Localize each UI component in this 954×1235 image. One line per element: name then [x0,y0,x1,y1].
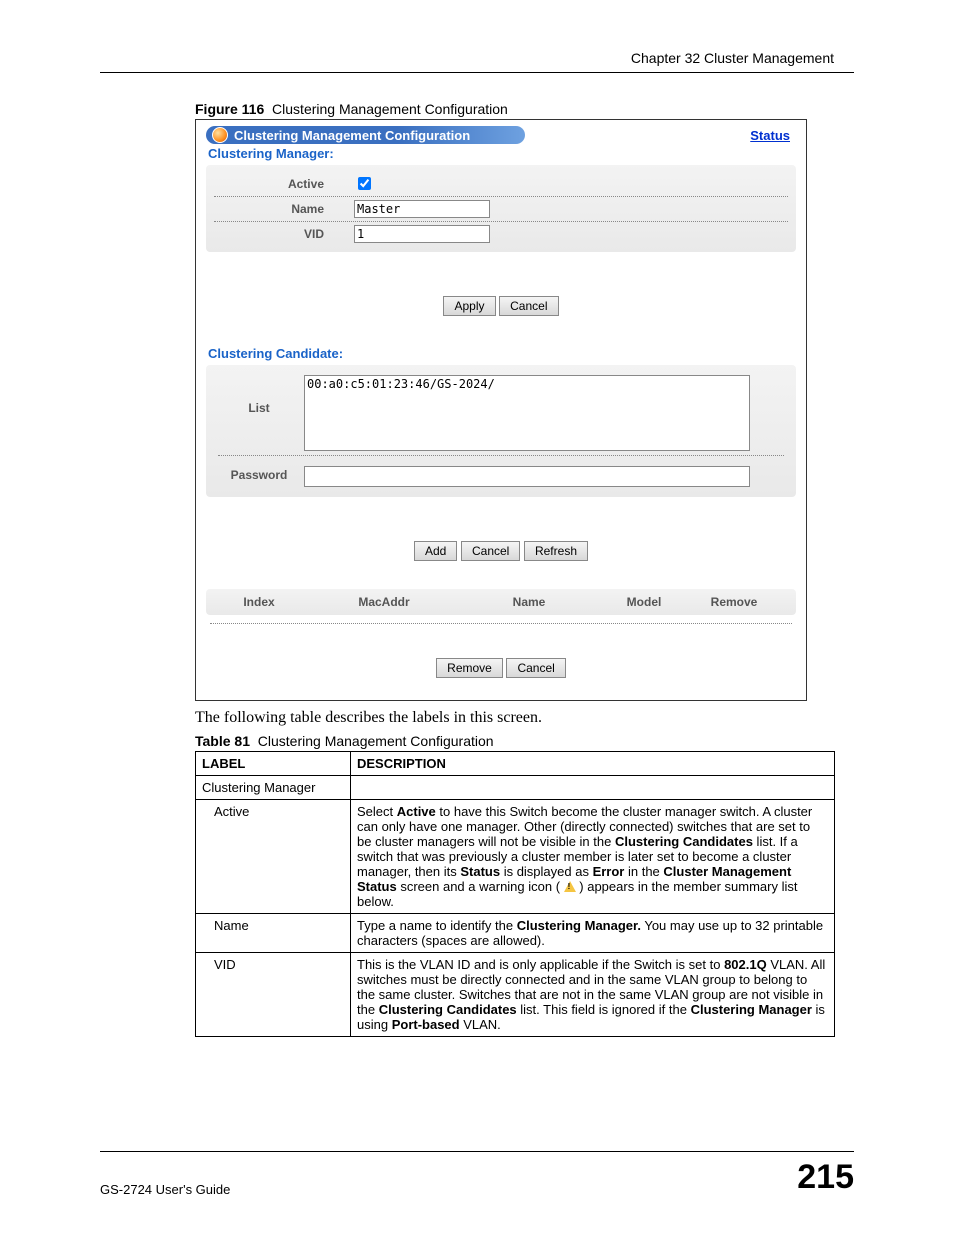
remove-button[interactable]: Remove [436,658,503,678]
active-label: Active [214,177,354,191]
row-active-desc: Select Active to have this Switch become… [351,800,835,914]
body-text: The following table describes the labels… [195,709,835,727]
name-label: Name [214,202,354,216]
vid-input[interactable] [354,225,490,243]
row-name-desc: Type a name to identify the Clustering M… [351,914,835,953]
col-macaddr: MacAddr [304,595,464,609]
candidate-heading: Clustering Candidate: [208,346,796,361]
col-remove: Remove [694,595,774,609]
cancel-button[interactable]: Cancel [499,296,558,316]
warning-icon [564,881,576,892]
page-number: 215 [797,1158,854,1197]
footer-guide: GS-2724 User's Guide [100,1182,230,1197]
table-label: Table 81 [195,733,250,749]
row-active-label: Active [196,800,351,914]
manager-heading: Clustering Manager: [208,146,796,161]
cancel-button-2[interactable]: Cancel [461,541,520,561]
row-vid-desc: This is the VLAN ID and is only applicab… [351,953,835,1037]
password-input[interactable] [304,466,750,487]
col-index: Index [214,595,304,609]
row-clustering-manager-label: Clustering Manager [196,776,351,800]
add-button[interactable]: Add [414,541,457,561]
password-label: Password [214,466,304,487]
col-name: Name [464,595,594,609]
manager-panel: Active Name VID [206,165,796,252]
panel-title: Clustering Management Configuration [206,126,525,144]
orb-icon [212,127,228,143]
candidate-panel: List 00:a0:c5:01:23:46/GS-2024/ Password [206,365,796,497]
th-label: LABEL [196,752,351,776]
th-description: DESCRIPTION [351,752,835,776]
row-vid-label: VID [196,953,351,1037]
figure-label: Figure 116 [195,101,264,117]
row-name-label: Name [196,914,351,953]
list-label: List [214,375,304,451]
chapter-header: Chapter 32 Cluster Management [100,50,854,72]
cancel-button-3[interactable]: Cancel [506,658,565,678]
config-screenshot: Clustering Management Configuration Stat… [195,119,807,701]
row-clustering-manager-desc [351,776,835,800]
col-model: Model [594,595,694,609]
figure-caption: Figure 116 Clustering Management Configu… [195,101,854,117]
status-link[interactable]: Status [750,128,796,143]
name-input[interactable] [354,200,490,218]
vid-label: VID [214,227,354,241]
description-table: LABEL DESCRIPTION Clustering Manager Act… [195,751,835,1037]
active-checkbox[interactable] [358,177,371,190]
apply-button[interactable]: Apply [443,296,495,316]
refresh-button[interactable]: Refresh [524,541,588,561]
table-caption: Table 81 Clustering Management Configura… [195,733,854,749]
candidate-listbox[interactable]: 00:a0:c5:01:23:46/GS-2024/ [304,375,750,451]
member-table-header: Index MacAddr Name Model Remove [206,589,796,615]
